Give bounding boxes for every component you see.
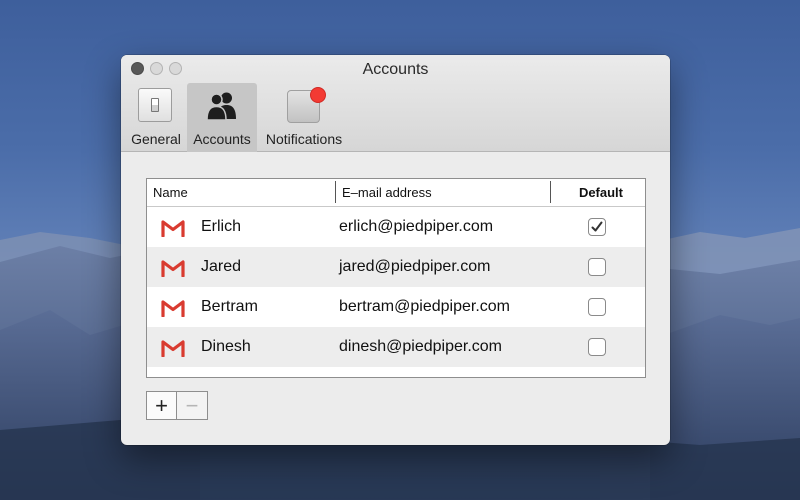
column-divider[interactable] [335,181,336,203]
account-email: dinesh@piedpiper.com [339,338,503,355]
tab-notifications[interactable]: Notifications [257,83,351,152]
notifications-icon [286,87,326,124]
account-email: erlich@piedpiper.com [339,218,494,235]
preferences-toolbar: General Accounts Notifications [125,83,351,152]
account-name: Erlich [201,218,242,235]
add-remove-buttons: + − [146,391,208,420]
default-checkbox[interactable] [588,338,606,356]
accounts-people-icon [204,88,240,124]
table-row[interactable]: Bertram bertram@piedpiper.com [147,287,645,327]
gmail-icon [161,260,185,277]
tab-notifications-label: Notifications [265,131,343,147]
tab-general[interactable]: General [125,83,187,152]
add-account-button[interactable]: + [146,391,177,420]
account-name: Jared [201,258,242,275]
checkmark-icon [591,221,603,232]
gmail-icon [161,220,185,237]
table-header: Name E–mail address Default [147,179,645,207]
title-bar: Accounts General Accounts Notifications [121,55,670,152]
account-name: Dinesh [201,338,251,355]
account-name: Bertram [201,298,258,315]
table-row[interactable]: Dinesh dinesh@piedpiper.com [147,327,645,367]
column-divider[interactable] [550,181,551,203]
default-checkbox[interactable] [588,298,606,316]
remove-account-button[interactable]: − [177,391,208,420]
tab-accounts[interactable]: Accounts [187,83,257,152]
account-email: bertram@piedpiper.com [339,298,510,315]
default-checkbox[interactable] [588,218,606,236]
column-header-name[interactable]: Name [153,185,188,200]
tab-general-label: General [131,131,181,147]
default-checkbox[interactable] [588,258,606,276]
column-header-default[interactable]: Default [579,185,623,200]
account-email: jared@piedpiper.com [339,258,491,275]
accounts-pane: Name E–mail address Default Erlich erlic… [121,152,670,444]
gmail-icon [161,340,185,357]
window-title: Accounts [362,61,429,78]
accounts-table: Name E–mail address Default Erlich erlic… [146,178,646,378]
column-header-email[interactable]: E–mail address [342,185,432,200]
notification-badge-icon [310,87,326,103]
table-row[interactable]: Jared jared@piedpiper.com [147,247,645,287]
general-switch-icon [138,88,174,124]
accounts-preferences-window: Accounts General Accounts Notifications … [121,55,670,445]
tab-accounts-label: Accounts [193,131,251,147]
gmail-icon [161,300,185,317]
table-row[interactable]: Erlich erlich@piedpiper.com [147,207,645,247]
